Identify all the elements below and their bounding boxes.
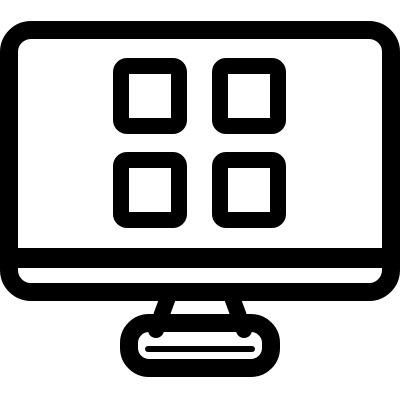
app-grid-icon [113,58,286,228]
monitor-chin-band [9,248,391,268]
app-grid-tile-top-right [212,58,286,134]
app-grid-tile-top-left [113,58,187,134]
monitor-stand-base [120,314,280,377]
monitor-screen-frame [0,21,400,301]
app-grid-tile-bottom-left [113,152,187,228]
icon-canvas [0,0,400,400]
app-grid-tile-bottom-right [212,152,286,228]
monitor-stand [120,284,280,377]
desktop-monitor-icon [0,21,400,377]
